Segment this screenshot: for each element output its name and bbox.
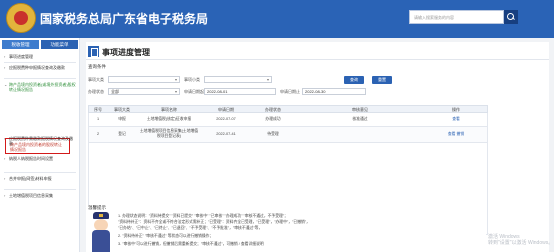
chevron-right-icon: › xyxy=(4,193,6,198)
chevron-right-icon: › xyxy=(4,54,6,59)
page-title: 事项进度管理 xyxy=(102,48,150,57)
sidebar-item-combined-declaration[interactable]: › 合并申报(网签)材料申报 xyxy=(4,176,76,181)
site-title: 国家税务总局广东省电子税务局 xyxy=(40,12,209,26)
row-status: 待受理 xyxy=(267,132,279,136)
sidebar-item-progress[interactable]: › 事项进度管理 xyxy=(4,54,76,59)
status-label: 办理状态 xyxy=(88,89,104,94)
chevron-right-icon: › xyxy=(4,176,6,181)
document-icon xyxy=(88,46,99,57)
divider xyxy=(4,62,76,63)
search-icon[interactable] xyxy=(504,10,518,24)
row-review: 核准通过 xyxy=(352,117,368,121)
sidebar: 税收管理 功能菜单 › 事项进度管理 › 应报税费种申报情况查询及缴款 ⌄ 跨产… xyxy=(0,38,80,252)
item-name-select[interactable] xyxy=(204,76,272,83)
date-to-input[interactable]: 2022-08-30 xyxy=(302,88,366,95)
tip-line: 1. 办理状态说明："资料待提交" "资料已提交" "审核中" "已审核" "办… xyxy=(118,214,288,218)
query-heading: 查询条件 xyxy=(88,64,106,69)
item-type-select[interactable] xyxy=(108,76,180,83)
chevron-down-icon: ⌄ xyxy=(4,82,8,87)
top-header: 国家税务总局广东省电子税务局 请输入搜索服务的内容 xyxy=(0,0,554,38)
sidebar-tabs: 税收管理 功能菜单 xyxy=(2,40,78,49)
date-to-value: 2022-08-30 xyxy=(305,89,326,94)
table-row: 1 申报 土地增值税(核定)征收申报 2022-07-07 办理成功 核准通过 … xyxy=(88,113,488,127)
tip-line: "资料待补正"：资料不齐全或不符合法定形式需补正；"已受理"：资料齐全已受理，"… xyxy=(118,220,310,224)
row-date: 2022-07-07 xyxy=(216,117,236,121)
tip-line: "已办结"、"已中止"、"已终止"、"已退回"、"不予受理"、"不予批准"，"审… xyxy=(118,226,263,230)
row-status: 办理成功 xyxy=(265,117,281,121)
table-row: 2 登记 土地增值税项目信息采集(土地增值税项目登记表) 2022-07-41 … xyxy=(88,127,488,143)
chevron-right-icon: › xyxy=(4,65,6,70)
tab-tax-management[interactable]: 税收管理 xyxy=(2,40,39,49)
date-from-value: 2022-08-01 xyxy=(207,89,228,94)
windows-activation-watermark: 激活 Windows 转到"设置"以激活 Windows。 xyxy=(488,234,553,246)
row-type: 申报 xyxy=(118,117,126,121)
row-item-name: 土地增值税(核定)征收申报 xyxy=(146,117,192,121)
tip-line: 3. "审核中"可以进行撤销，但撤销后需重新提交；"审核不通过"，可撤销 / 查… xyxy=(118,242,264,246)
tips-title: 温馨提示 xyxy=(88,205,106,210)
chevron-right-icon: › xyxy=(4,156,6,161)
row-item-name: 土地增值税项目信息采集(土地增值税项目登记表) xyxy=(139,129,199,138)
sidebar-item-tax-payment-query[interactable]: › 应报税费种需缴款报税情况查询及缴款 xyxy=(4,136,76,146)
row-type: 登记 xyxy=(118,132,126,136)
item-name-label: 事项小类 xyxy=(184,77,200,82)
chevron-right-icon: › xyxy=(4,136,6,141)
row-date: 2022-07-41 xyxy=(216,132,236,136)
sidebar-item-land-tax-project[interactable]: › 土地增值税项目信息采集 xyxy=(4,193,76,198)
date-from-label: 申请日期起 xyxy=(184,89,204,94)
watermark-line: 转到"设置"以激活 Windows。 xyxy=(488,240,554,246)
divider xyxy=(4,78,76,79)
tips-panel: 温馨提示 1. 办理状态说明："资料待提交" "资料已提交" "审核中" "已审… xyxy=(86,205,486,252)
sidebar-item-report-time-setting[interactable]: › 纳税人纳税报告时间设置 xyxy=(4,156,76,161)
chevron-down-icon xyxy=(267,79,269,81)
sidebar-item-declaration-query[interactable]: › 应报税费种申报情况查询及缴款 xyxy=(4,65,76,70)
reset-button[interactable]: 重置 xyxy=(372,76,392,84)
divider xyxy=(86,59,549,60)
view-link[interactable]: 查看 xyxy=(425,117,487,122)
date-to-label: 申请日期止 xyxy=(280,89,300,94)
tax-officer-mascot xyxy=(90,212,112,252)
row-index: 1 xyxy=(96,117,100,121)
divider xyxy=(4,189,76,190)
search-input[interactable]: 请输入搜索服务的内容 xyxy=(409,10,504,24)
divider xyxy=(4,172,76,173)
tax-emblem-logo xyxy=(6,3,36,33)
chevron-down-icon xyxy=(175,91,177,93)
chevron-down-icon xyxy=(175,79,177,81)
row-index: 2 xyxy=(96,132,100,136)
view-cancel-links[interactable]: 查看 撤销 xyxy=(425,132,487,137)
item-type-label: 事项大类 xyxy=(88,77,104,82)
tab-function-menu[interactable]: 功能菜单 xyxy=(41,40,78,49)
table-header: 序号 事项大类 事项名称 申请日期 办理状态 审核意见 操作 xyxy=(88,105,488,113)
date-from-input[interactable]: 2022-08-01 xyxy=(204,88,276,95)
status-select-value: 全部 xyxy=(111,89,119,94)
tip-line: 2. "资料待补正" "审核不通过" 等状态可以进行撤销操作； xyxy=(118,234,214,238)
query-button[interactable]: 查询 xyxy=(344,76,364,84)
status-select[interactable]: 全部 xyxy=(108,88,180,95)
sidebar-item-equity-transfer[interactable]: ⌄ 跨产品境内投资者(或境外投资者)股权转让情况报告 xyxy=(4,82,76,92)
